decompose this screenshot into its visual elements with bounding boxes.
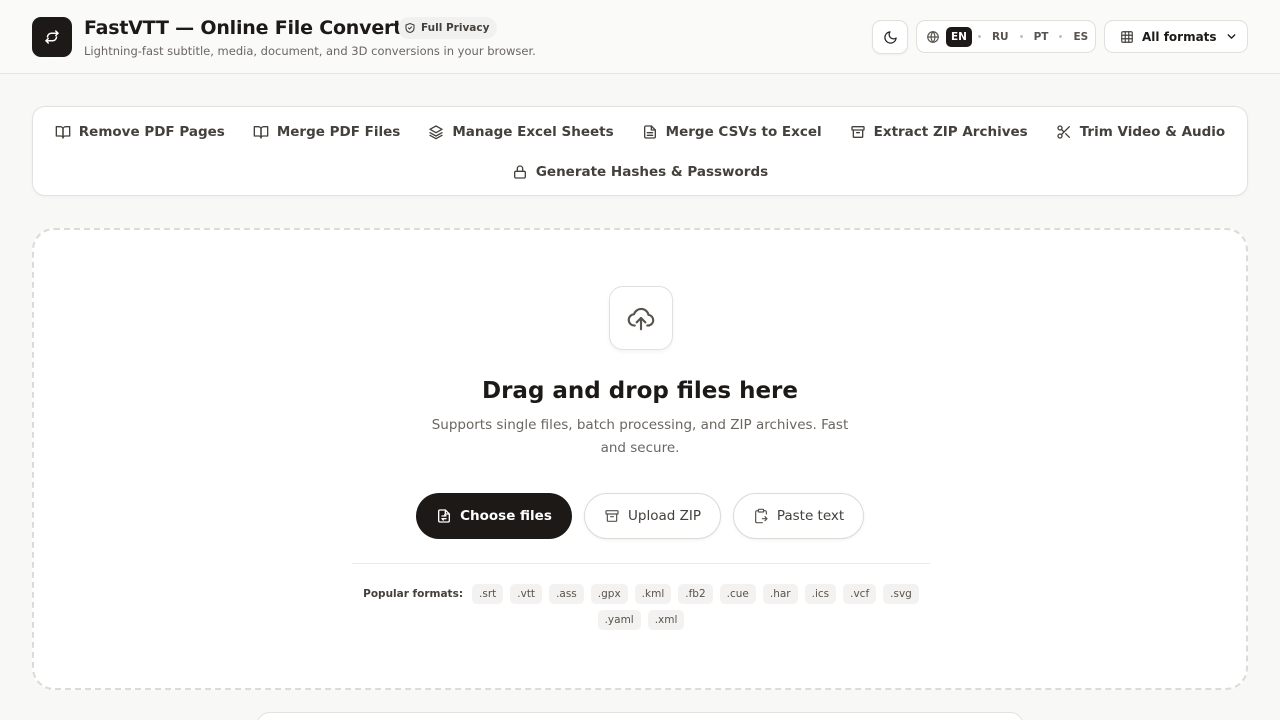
- privacy-badge-label: Full Privacy: [421, 22, 490, 34]
- app-header: FastVTT — Online File Converter Full Pri…: [0, 0, 1280, 74]
- tool-label: Merge CSVs to Excel: [665, 124, 822, 140]
- popular-formats-row: Popular formats: .srt .vtt .ass .gpx .km…: [352, 584, 930, 604]
- archive-icon: [605, 510, 619, 522]
- format-chip[interactable]: .vtt: [510, 584, 543, 604]
- tool-trim-video-audio[interactable]: Trim Video & Audio: [1056, 121, 1226, 143]
- tool-merge-pdf-files[interactable]: Merge PDF Files: [253, 121, 400, 143]
- tool-label: Extract ZIP Archives: [873, 124, 1028, 140]
- tool-label: Trim Video & Audio: [1079, 124, 1226, 140]
- format-chip[interactable]: .yaml: [597, 610, 641, 630]
- upload-icon-container: [609, 286, 673, 350]
- format-chip[interactable]: .xml: [647, 610, 685, 630]
- format-chip[interactable]: .ics: [804, 584, 837, 604]
- choose-files-label: Choose files: [460, 508, 552, 524]
- upload-zip-button[interactable]: Upload ZIP: [584, 493, 721, 539]
- all-formats-label: All formats: [1142, 29, 1217, 44]
- format-chip[interactable]: .kml: [634, 584, 672, 604]
- scissors-icon: [1057, 125, 1070, 139]
- app-subtitle: Lightning-fast subtitle, media, document…: [84, 44, 536, 58]
- cloud-upload-icon: [627, 307, 655, 331]
- format-chip[interactable]: .cue: [719, 584, 756, 604]
- tool-manage-excel-sheets[interactable]: Manage Excel Sheets: [428, 121, 614, 143]
- tool-label: Generate Hashes & Passwords: [535, 164, 769, 180]
- format-chip[interactable]: .har: [762, 584, 798, 604]
- divider: [352, 563, 930, 564]
- format-chip[interactable]: .vcf: [843, 584, 877, 604]
- dropzone-title: Drag and drop files here: [481, 378, 798, 404]
- tool-label: Merge PDF Files: [276, 124, 401, 140]
- language-option-en[interactable]: EN: [946, 26, 972, 47]
- tool-label: Remove PDF Pages: [78, 124, 225, 140]
- language-option-es[interactable]: ES: [1068, 27, 1093, 47]
- tool-extract-zip-archives[interactable]: Extract ZIP Archives: [850, 121, 1028, 143]
- language-switcher: EN RU PT ES: [916, 20, 1096, 53]
- paste-text-label: Paste text: [776, 508, 845, 524]
- book-open-icon: [253, 126, 269, 139]
- dropzone-description: Supports single files, batch processing,…: [431, 417, 849, 456]
- language-separator: [977, 35, 981, 38]
- popular-formats-row: .yaml .xml: [352, 610, 930, 630]
- lock-icon: [513, 165, 526, 179]
- format-chip[interactable]: .svg: [883, 584, 919, 604]
- chevron-down-icon: [1227, 34, 1235, 39]
- tools-nav: Remove PDF Pages Merge PDF Files Manage …: [32, 106, 1248, 196]
- popular-formats-label: Popular formats:: [363, 588, 464, 600]
- language-option-pt[interactable]: PT: [1029, 27, 1054, 47]
- language-separator: [1019, 35, 1023, 38]
- upload-zip-label: Upload ZIP: [628, 508, 701, 524]
- language-separator: [1059, 35, 1063, 38]
- book-open-icon: [55, 126, 71, 139]
- shield-check-icon: [405, 22, 415, 34]
- archive-icon: [850, 126, 865, 138]
- app-title: FastVTT — Online File Converter: [84, 17, 424, 39]
- language-option-ru[interactable]: RU: [987, 27, 1014, 47]
- tool-remove-pdf-pages[interactable]: Remove PDF Pages: [55, 121, 225, 143]
- tool-merge-csvs-to-excel[interactable]: Merge CSVs to Excel: [642, 121, 822, 143]
- choose-files-button[interactable]: Choose files: [416, 493, 572, 539]
- theme-toggle-button[interactable]: [872, 20, 908, 54]
- format-chip[interactable]: .fb2: [678, 584, 713, 604]
- tool-label: Manage Excel Sheets: [452, 124, 614, 140]
- file-dropzone[interactable]: Drag and drop files here Supports single…: [32, 228, 1248, 690]
- next-section-card: [256, 712, 1024, 720]
- file-text-icon: [643, 125, 656, 139]
- format-chip[interactable]: .gpx: [590, 584, 628, 604]
- format-chip[interactable]: .srt: [472, 584, 504, 604]
- tool-generate-hashes-passwords[interactable]: Generate Hashes & Passwords: [512, 161, 768, 183]
- grid-icon: [1121, 30, 1133, 43]
- moon-icon: [883, 30, 897, 44]
- clipboard-icon: [754, 508, 768, 524]
- privacy-badge: Full Privacy: [398, 17, 498, 39]
- app-logo[interactable]: [32, 17, 72, 57]
- refresh-icon: [45, 30, 59, 44]
- format-chip[interactable]: .ass: [549, 584, 584, 604]
- paste-text-button[interactable]: Paste text: [733, 493, 864, 539]
- all-formats-button[interactable]: All formats: [1104, 20, 1248, 53]
- file-swap-icon: [438, 509, 451, 523]
- layers-icon: [429, 125, 443, 140]
- globe-icon: [927, 30, 939, 43]
